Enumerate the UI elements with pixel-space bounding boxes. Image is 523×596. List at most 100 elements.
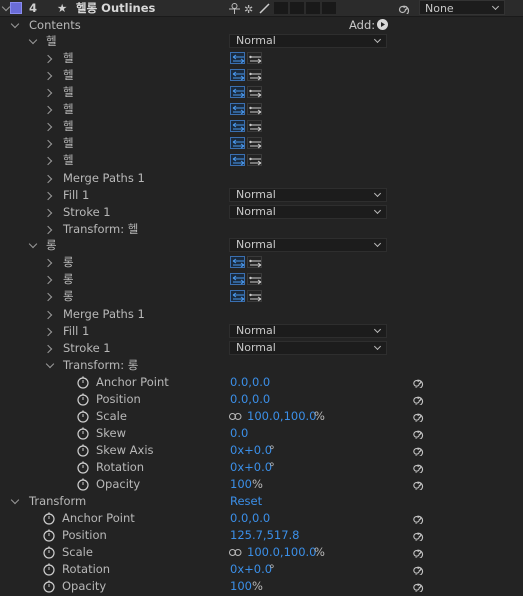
fill-row[interactable]: Fill 1 Normal (0, 323, 523, 340)
collapse-chevron-icon[interactable] (1, 2, 11, 12)
expression-pickwhip-icon[interactable] (412, 427, 424, 441)
path-row[interactable]: 롱 (0, 271, 523, 288)
stopwatch-icon[interactable] (76, 426, 90, 440)
forward-direction-icon[interactable] (247, 154, 262, 166)
merge-paths-row[interactable]: Merge Paths 1 (0, 306, 523, 323)
reverse-direction-icon[interactable] (230, 137, 245, 149)
constrain-link-icon[interactable] (229, 549, 242, 556)
reverse-direction-icon[interactable] (230, 154, 245, 166)
stopwatch-icon[interactable] (42, 528, 56, 542)
parent-dropdown[interactable]: None (419, 0, 505, 15)
expand-chevron-icon[interactable] (43, 54, 53, 64)
path-direction-toggle[interactable] (230, 69, 264, 81)
path-direction-toggle[interactable] (230, 86, 264, 98)
forward-direction-icon[interactable] (247, 256, 262, 268)
path-direction-toggle[interactable] (230, 273, 264, 285)
expand-chevron-icon[interactable] (43, 122, 53, 132)
prop-value[interactable]: 0x+0.0 (230, 442, 272, 459)
expand-chevron-icon[interactable] (43, 88, 53, 98)
stopwatch-icon[interactable] (76, 409, 90, 423)
stroke-row[interactable]: Stroke 1 Normal (0, 340, 523, 357)
transform-chevron-icon[interactable] (10, 495, 20, 505)
expand-chevron-icon[interactable] (43, 344, 53, 354)
prop-value[interactable]: 0.0,0.0 (230, 391, 270, 408)
reverse-direction-icon[interactable] (230, 273, 245, 285)
reverse-direction-icon[interactable] (230, 86, 245, 98)
expression-pickwhip-icon[interactable] (412, 529, 424, 543)
expression-pickwhip-icon[interactable] (412, 444, 424, 458)
stopwatch-icon[interactable] (76, 477, 90, 491)
star-sparkle-icon[interactable]: ✲ (244, 3, 255, 14)
reverse-direction-icon[interactable] (230, 256, 245, 268)
reverse-direction-icon[interactable] (230, 290, 245, 302)
expand-chevron-icon[interactable] (43, 225, 53, 235)
path-direction-toggle[interactable] (230, 290, 264, 302)
expression-pickwhip-icon[interactable] (412, 580, 424, 594)
label-color-swatch[interactable] (10, 2, 22, 14)
group-row-rong[interactable]: 롱 Normal (0, 237, 523, 254)
path-direction-toggle[interactable] (230, 52, 264, 64)
forward-direction-icon[interactable] (247, 273, 262, 285)
path-row[interactable]: 헬 (0, 101, 523, 118)
stopwatch-icon[interactable] (42, 562, 56, 576)
fill-blend-dropdown[interactable]: Normal (229, 188, 387, 202)
fill-blend-dropdown[interactable]: Normal (229, 324, 387, 338)
path-row[interactable]: 헬 (0, 135, 523, 152)
path-row[interactable]: 헬 (0, 84, 523, 101)
constrain-link-icon[interactable] (229, 413, 242, 420)
forward-direction-icon[interactable] (247, 86, 262, 98)
prop-value[interactable]: 100.0,100.0 (247, 408, 317, 425)
expand-chevron-icon[interactable] (43, 258, 53, 268)
expression-pickwhip-icon[interactable] (412, 393, 424, 407)
expand-chevron-icon[interactable] (43, 310, 53, 320)
reset-link[interactable]: Reset (230, 493, 262, 510)
expression-pickwhip-icon[interactable] (412, 461, 424, 475)
expand-chevron-icon[interactable] (43, 275, 53, 285)
prop-value[interactable]: 0.0 (230, 425, 248, 442)
path-row[interactable]: 헬 (0, 152, 523, 169)
expand-chevron-icon[interactable] (43, 208, 53, 218)
prop-value[interactable]: 0x+0.0 (230, 459, 272, 476)
contents-chevron-icon[interactable] (10, 19, 20, 29)
prop-value[interactable]: 0.0,0.0 (230, 510, 270, 527)
expand-chevron-icon[interactable] (43, 327, 53, 337)
prop-value[interactable]: 100 (230, 578, 252, 595)
fill-row[interactable]: Fill 1 Normal (0, 187, 523, 204)
path-direction-toggle[interactable] (230, 103, 264, 115)
path-direction-toggle[interactable] (230, 154, 264, 166)
transform-row[interactable]: Transform Reset (0, 493, 523, 510)
path-row[interactable]: 헬 (0, 50, 523, 67)
reverse-direction-icon[interactable] (230, 103, 245, 115)
merge-paths-row[interactable]: Merge Paths 1 (0, 170, 523, 187)
forward-direction-icon[interactable] (247, 290, 262, 302)
puppet-icon[interactable] (229, 3, 240, 14)
stopwatch-icon[interactable] (42, 511, 56, 525)
reverse-direction-icon[interactable] (230, 52, 245, 64)
pen-slash-icon[interactable] (259, 3, 270, 14)
expand-chevron-icon[interactable] (43, 292, 53, 302)
add-play-icon[interactable] (377, 19, 388, 30)
expression-pickwhip-icon[interactable] (412, 512, 424, 526)
forward-direction-icon[interactable] (247, 137, 262, 149)
switch-box-1[interactable] (274, 2, 288, 14)
pickwhip-spiral-icon[interactable] (398, 2, 410, 14)
group-chevron-icon[interactable] (28, 35, 38, 45)
switch-box-3[interactable] (306, 2, 320, 14)
expression-pickwhip-icon[interactable] (412, 478, 424, 492)
group-blend-dropdown[interactable]: Normal (229, 34, 387, 48)
stopwatch-icon[interactable] (42, 545, 56, 559)
expand-chevron-icon[interactable] (43, 174, 53, 184)
stopwatch-icon[interactable] (42, 579, 56, 593)
expression-pickwhip-icon[interactable] (412, 546, 424, 560)
expression-pickwhip-icon[interactable] (412, 563, 424, 577)
stopwatch-icon[interactable] (76, 392, 90, 406)
group-chevron-icon[interactable] (28, 239, 38, 249)
expand-chevron-icon[interactable] (43, 156, 53, 166)
forward-direction-icon[interactable] (247, 120, 262, 132)
prop-value[interactable]: 0x+0.0 (230, 561, 272, 578)
switch-box-4[interactable] (322, 2, 336, 14)
prop-value[interactable]: 125.7,517.8 (230, 527, 300, 544)
forward-direction-icon[interactable] (247, 52, 262, 64)
reverse-direction-icon[interactable] (230, 69, 245, 81)
group-row-hel[interactable]: 헬 Normal (0, 33, 523, 50)
